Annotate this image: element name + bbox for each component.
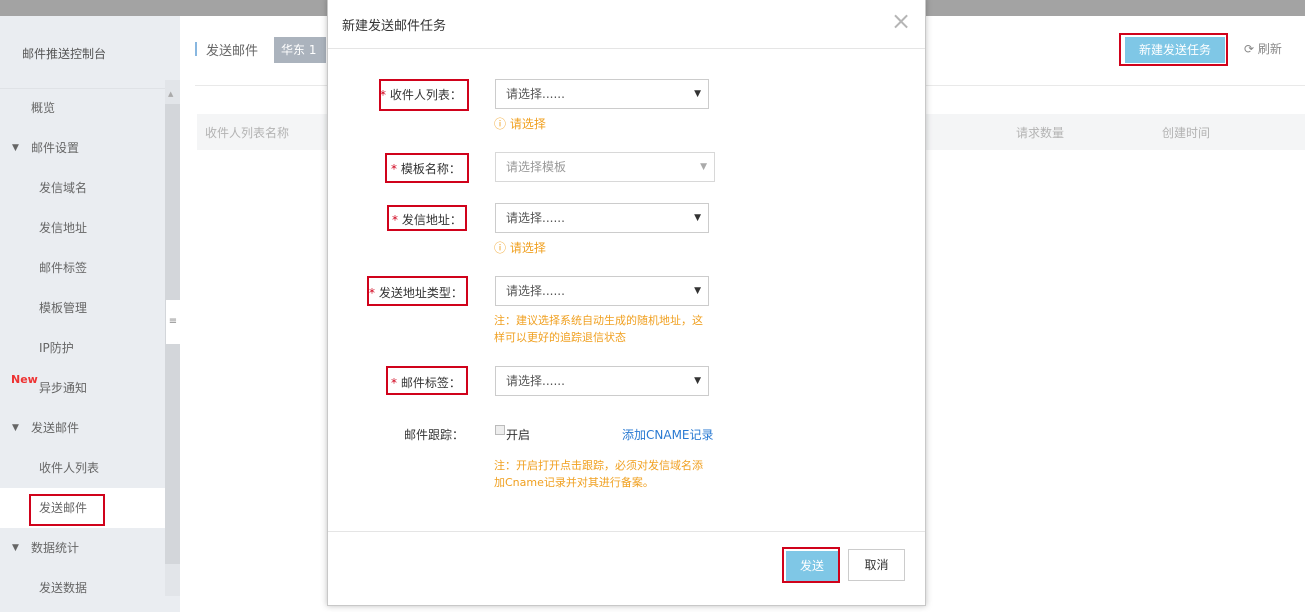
sidebar-item-label: 邮件标签 <box>39 261 88 275</box>
sidebar-item-send-data[interactable]: 发送数据 <box>0 568 165 608</box>
send-button[interactable]: 发送 <box>786 551 838 581</box>
address-type-label: * 发送地址类型： <box>369 284 463 301</box>
sidebar-item-label: 数据统计 <box>31 541 80 555</box>
refresh-icon: ⟳ <box>1244 42 1255 56</box>
sidebar-item-send-mail[interactable]: 发送邮件 <box>0 488 165 528</box>
recipient-list-select[interactable]: 请选择...... ▼ <box>495 79 709 109</box>
sidebar-item-label: 发送邮件 <box>39 501 88 515</box>
scroll-up-icon[interactable]: ▲ <box>168 90 173 98</box>
template-label: * 模板名称： <box>391 160 461 177</box>
caret-down-icon: ▼ <box>12 423 19 433</box>
required-mark: * <box>380 88 386 102</box>
recipient-list-warning: ⓘ 请选择 <box>494 115 546 132</box>
sender-address-select[interactable]: 请选择...... ▼ <box>495 203 709 233</box>
sidebar-item-label: 发送数据 <box>39 581 88 595</box>
column-header-recipient-list: 收件人列表名称 <box>205 126 290 140</box>
refresh-label: 刷新 <box>1257 42 1282 56</box>
select-placeholder: 请选择模板 <box>506 160 567 174</box>
caret-down-icon: ▼ <box>700 162 707 172</box>
cancel-button[interactable]: 取消 <box>848 549 905 581</box>
recipient-list-label: * 收件人列表： <box>380 86 462 103</box>
field-label-text: 邮件标签： <box>400 376 461 390</box>
sidebar-group-send-mail[interactable]: ▼ 发送邮件 <box>0 408 165 448</box>
sidebar-item-sender-address[interactable]: 发信地址 <box>0 208 165 248</box>
dialog-header-divider <box>328 48 925 49</box>
sidebar-group-statistics[interactable]: ▼ 数据统计 <box>0 528 165 568</box>
required-mark: * <box>392 213 398 227</box>
select-value: 请选择...... <box>506 211 565 225</box>
sidebar-item-mail-tags[interactable]: 邮件标签 <box>0 248 165 288</box>
mail-tag-label: * 邮件标签： <box>391 374 461 391</box>
sidebar-item-overview[interactable]: 概览 <box>0 88 165 128</box>
sidebar-item-templates[interactable]: 模板管理 <box>0 288 165 328</box>
column-header-created-time: 创建时间 <box>1162 126 1211 140</box>
field-label-text: 发信地址： <box>401 213 462 227</box>
address-type-select[interactable]: 请选择...... ▼ <box>495 276 709 306</box>
address-type-note: 注：建议选择系统自动生成的随机地址，这样可以更好的追踪退信状态 <box>494 314 703 344</box>
page-title: 发送邮件 <box>206 44 259 59</box>
sidebar-item-label: 概览 <box>31 101 56 115</box>
sender-address-warning: ⓘ 请选择 <box>494 239 546 256</box>
template-select[interactable]: 请选择模板 ▼ <box>495 152 715 182</box>
sidebar-item-label: 收件人列表 <box>39 461 100 475</box>
field-label-text: 收件人列表： <box>389 88 462 102</box>
tracking-note: 注：开启打开点击跟踪，必须对发信域名添加Cname记录并对其进行备案。 <box>494 459 703 489</box>
sidebar-item-label: 邮件设置 <box>31 141 80 155</box>
caret-down-icon: ▼ <box>12 143 19 153</box>
sidebar-group-mail-settings[interactable]: ▼ 邮件设置 <box>0 128 165 168</box>
caret-down-icon: ▼ <box>694 376 701 386</box>
sidebar-item-recipient-list[interactable]: 收件人列表 <box>0 448 165 488</box>
title-accent-bar <box>195 42 197 56</box>
sidebar-collapse-icon[interactable]: ≡ <box>166 300 180 344</box>
sidebar-item-sender-domain[interactable]: 发信域名 <box>0 168 165 208</box>
sidebar-item-label: 异步通知 <box>39 381 88 395</box>
mail-tag-select[interactable]: 请选择...... ▼ <box>495 366 709 396</box>
select-value: 请选择...... <box>506 284 565 298</box>
region-selector[interactable]: 华东 1 <box>274 37 326 63</box>
sidebar-item-label: 发信地址 <box>39 221 88 235</box>
caret-down-icon: ▼ <box>694 89 701 99</box>
sidebar-title: 邮件推送控制台 <box>22 47 107 61</box>
new-send-task-dialog: 新建发送邮件任务 × * 收件人列表： 请选择...... ▼ ⓘ 请选择 * 模… <box>327 0 926 606</box>
caret-down-icon: ▼ <box>12 543 19 553</box>
warning-text: 请选择 <box>509 117 546 131</box>
select-value: 请选择...... <box>506 87 565 101</box>
sidebar-item-label: 发送邮件 <box>31 421 80 435</box>
column-header-request-count: 请求数量 <box>1016 126 1065 140</box>
required-mark: * <box>391 376 397 390</box>
caret-down-icon: ▼ <box>694 286 701 296</box>
sidebar-item-async-notify[interactable]: New 异步通知 <box>0 368 165 408</box>
tracking-label: 邮件跟踪： <box>404 428 465 442</box>
dialog-title: 新建发送邮件任务 <box>342 19 447 34</box>
field-label-text: 模板名称： <box>400 162 461 176</box>
new-send-task-button[interactable]: 新建发送任务 <box>1125 37 1225 63</box>
new-badge: New <box>11 373 38 386</box>
sender-address-label: * 发信地址： <box>392 211 462 228</box>
warning-icon: ⓘ <box>494 117 507 131</box>
warning-icon: ⓘ <box>494 241 507 255</box>
tracking-checkbox-label[interactable]: 开启 <box>506 426 530 443</box>
refresh-button[interactable]: ⟳ 刷新 <box>1244 40 1282 57</box>
tracking-checkbox[interactable] <box>495 425 505 435</box>
field-label-text: 发送地址类型： <box>378 286 463 300</box>
close-icon[interactable]: × <box>891 9 911 33</box>
sidebar-item-label: IP防护 <box>39 341 74 355</box>
add-cname-link[interactable]: 添加CNAME记录 <box>622 426 714 443</box>
sidebar-item-label: 模板管理 <box>39 301 88 315</box>
warning-text: 请选择 <box>509 241 546 255</box>
required-mark: * <box>369 286 375 300</box>
sidebar-item-label: 发信域名 <box>39 181 88 195</box>
caret-down-icon: ▼ <box>694 213 701 223</box>
required-mark: * <box>391 162 397 176</box>
sidebar: 邮件推送控制台 概览 ▼ 邮件设置 发信域名 发信地址 邮件标签 模板管理 IP… <box>0 16 180 612</box>
dialog-footer-divider <box>328 531 925 532</box>
select-value: 请选择...... <box>506 374 565 388</box>
